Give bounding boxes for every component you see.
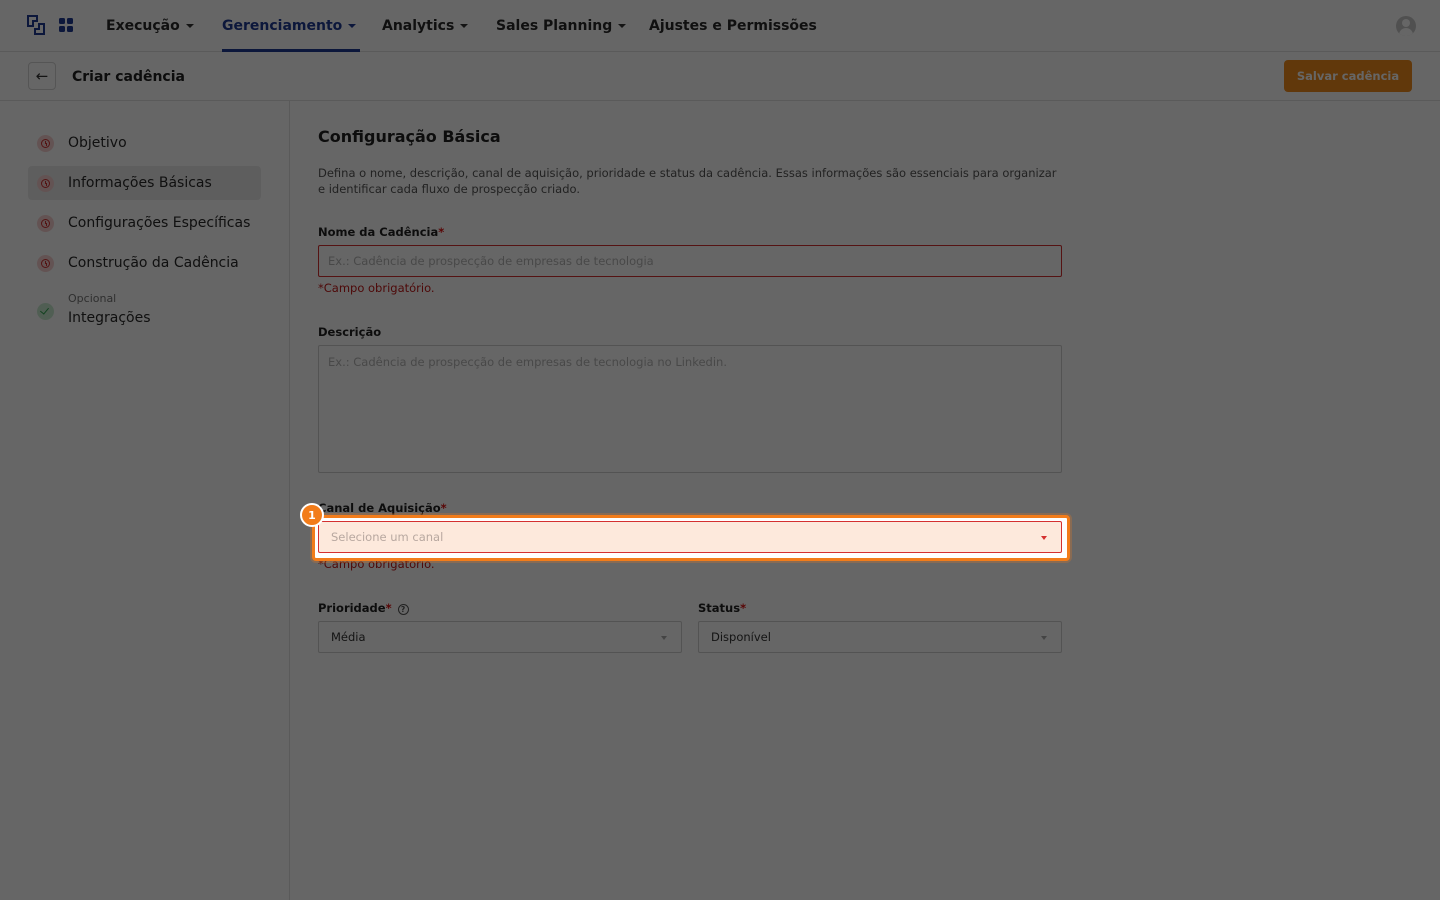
priority-label: Prioridade*? [318,601,409,615]
steps-sidebar: Objetivo Informações Básicas Configuraçõ… [0,101,290,900]
chevron-down-icon [1041,536,1047,540]
step-badge: 1 [300,503,324,527]
name-label: Nome da Cadência* [318,225,445,239]
error-clock-icon [37,175,54,192]
logo-icon[interactable] [26,14,46,36]
status-label: Status* [698,601,747,615]
page-header: ← Criar cadência Salvar cadência [0,52,1440,101]
caret-down-icon [618,24,627,28]
step-construcao-cadencia[interactable]: Construção da Cadência [28,246,261,280]
step-configuracoes-especificas[interactable]: Configurações Específicas [28,206,261,240]
error-clock-icon [37,135,54,152]
priority-select[interactable]: Média [318,621,682,653]
help-icon[interactable]: ? [397,604,409,615]
step-objetivo[interactable]: Objetivo [28,126,261,160]
apps-grid-icon[interactable] [59,18,73,32]
nav-gerenciamento[interactable]: Gerenciamento [222,0,361,52]
status-select[interactable]: Disponível [698,621,1062,653]
step-integracoes[interactable]: Opcional Integrações [28,292,261,332]
nav-ajustes-permissoes[interactable]: Ajustes e Permissões [649,0,817,52]
caret-down-icon [185,24,194,28]
save-cadence-button[interactable]: Salvar cadência [1284,60,1412,92]
channel-label: Canal de Aquisição* [318,501,447,515]
error-clock-icon [37,215,54,232]
chevron-down-icon [1041,636,1047,640]
caret-down-icon [348,24,357,28]
caret-down-icon [460,24,469,28]
form-description: Defina o nome, descrição, canal de aquis… [318,166,1057,196]
channel-select[interactable]: Selecione um canal [318,521,1062,553]
name-error-text: *Campo obrigatório. [318,281,435,295]
cadence-name-input[interactable] [318,245,1062,277]
form-title: Configuração Básica [318,127,501,146]
arrow-left-icon: ← [35,67,49,85]
error-clock-icon [37,255,54,272]
description-textarea[interactable] [318,345,1062,473]
step-informacoes-basicas[interactable]: Informações Básicas [28,166,261,200]
user-avatar-icon[interactable] [1396,16,1416,36]
top-navigation: Execução Gerenciamento Analytics Sales P… [0,0,1440,52]
nav-execucao[interactable]: Execução [106,0,194,52]
nav-sales-planning[interactable]: Sales Planning [496,0,627,52]
page-title: Criar cadência [72,68,185,85]
check-icon [37,303,54,320]
chevron-down-icon [661,636,667,640]
description-label: Descrição [318,325,382,339]
nav-analytics[interactable]: Analytics [382,0,469,52]
back-button[interactable]: ← [28,62,56,90]
